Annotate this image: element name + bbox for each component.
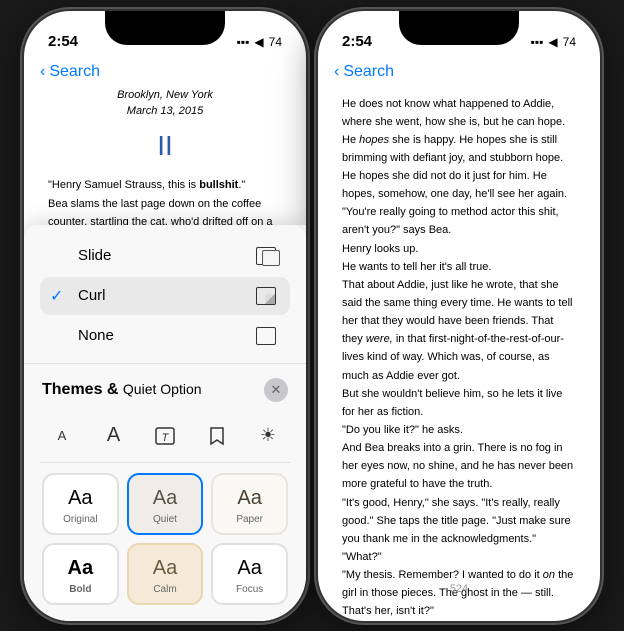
nav-bar-left[interactable]: ‹ Search <box>24 59 306 87</box>
checkmark-curl: ✓ <box>50 286 70 306</box>
back-button-left[interactable]: ‹ Search <box>40 63 100 81</box>
chevron-left-icon-right: ‹ <box>334 63 339 81</box>
theme-calm-aa: Aa <box>153 557 177 580</box>
chevron-left-icon: ‹ <box>40 63 45 81</box>
nav-bar-right[interactable]: ‹ Search <box>318 59 600 87</box>
theme-calm-label: Calm <box>153 584 176 595</box>
signal-icon: ▪▪▪ <box>237 35 250 49</box>
phones-container: 2:54 ▪▪▪ ◀ 74 ‹ Search Brooklyn, New Yor… <box>24 11 600 621</box>
font-increase-button[interactable]: A <box>96 418 132 454</box>
status-icons-right: ▪▪▪ ◀ 74 <box>531 35 576 49</box>
right-phone: 2:54 ▪▪▪ ◀ 74 ‹ Search He does not know … <box>318 11 600 621</box>
slide-options: ✓ Slide ✓ Curl <box>40 237 290 355</box>
battery-icon: 74 <box>269 35 282 49</box>
theme-original[interactable]: Aa Original <box>42 473 119 535</box>
overlay-panel: ✓ Slide ✓ Curl <box>24 225 306 621</box>
svg-text:T: T <box>162 432 170 444</box>
status-bar-right: 2:54 ▪▪▪ ◀ 74 <box>318 11 600 59</box>
theme-bold-aa: Aa <box>68 557 94 580</box>
toolbar-row: A A T ☀ <box>40 410 290 463</box>
close-button[interactable]: ✕ <box>264 378 288 402</box>
brightness-button[interactable]: ☀ <box>250 418 286 454</box>
back-button-right[interactable]: ‹ Search <box>334 63 394 81</box>
theme-paper-aa: Aa <box>237 487 261 510</box>
theme-focus-aa: Aa <box>237 557 261 580</box>
wifi-icon: ◀ <box>254 35 263 49</box>
status-bar-left: 2:54 ▪▪▪ ◀ 74 <box>24 11 306 59</box>
status-icons-left: ▪▪▪ ◀ 74 <box>237 35 282 49</box>
bookmark-button[interactable] <box>199 418 235 454</box>
theme-quiet-aa: Aa <box>153 487 177 510</box>
wifi-icon-right: ◀ <box>548 35 557 49</box>
theme-quiet[interactable]: Aa Quiet <box>127 473 204 535</box>
left-phone: 2:54 ▪▪▪ ◀ 74 ‹ Search Brooklyn, New Yor… <box>24 11 306 621</box>
theme-paper-label: Paper <box>236 514 263 525</box>
theme-calm[interactable]: Aa Calm <box>127 543 204 605</box>
theme-quiet-label: Quiet <box>153 514 177 525</box>
slide-option-none[interactable]: ✓ None <box>40 317 290 355</box>
time-right: 2:54 <box>342 33 372 50</box>
font-decrease-button[interactable]: A <box>44 418 80 454</box>
curl-label: Curl <box>78 287 106 304</box>
slide-option-slide[interactable]: ✓ Slide <box>40 237 290 275</box>
curl-icon-visual <box>252 286 280 306</box>
theme-bold-label: Bold <box>69 584 91 595</box>
book-header: Brooklyn, New YorkMarch 13, 2015 II <box>48 87 282 167</box>
font-style-button[interactable]: T <box>147 418 183 454</box>
signal-icon-right: ▪▪▪ <box>531 35 544 49</box>
book-location: Brooklyn, New YorkMarch 13, 2015 <box>48 87 282 120</box>
theme-bold[interactable]: Aa Bold <box>42 543 119 605</box>
theme-original-label: Original <box>63 514 97 525</box>
slide-option-curl[interactable]: ✓ Curl <box>40 277 290 315</box>
themes-header: Themes & Quiet Option ✕ <box>40 372 290 410</box>
slide-icon-pages <box>252 246 280 266</box>
theme-original-aa: Aa <box>68 487 92 510</box>
slide-label: Slide <box>78 247 111 264</box>
theme-focus-label: Focus <box>236 584 263 595</box>
theme-focus[interactable]: Aa Focus <box>211 543 288 605</box>
page-number: 524 <box>318 577 600 601</box>
battery-icon-right: 74 <box>563 35 576 49</box>
themes-title: Themes & Quiet Option <box>42 381 202 399</box>
slide-menu: ✓ Slide ✓ Curl <box>24 225 306 621</box>
none-icon-visual <box>252 326 280 346</box>
themes-grid: Aa Original Aa Quiet Aa Paper Aa Bold <box>40 473 290 621</box>
chapter-number: II <box>48 124 282 167</box>
book-content-right: He does not know what happened to Addie,… <box>318 87 600 617</box>
theme-paper[interactable]: Aa Paper <box>211 473 288 535</box>
divider-1 <box>24 363 306 364</box>
time-left: 2:54 <box>48 33 78 50</box>
none-label: None <box>78 327 114 344</box>
